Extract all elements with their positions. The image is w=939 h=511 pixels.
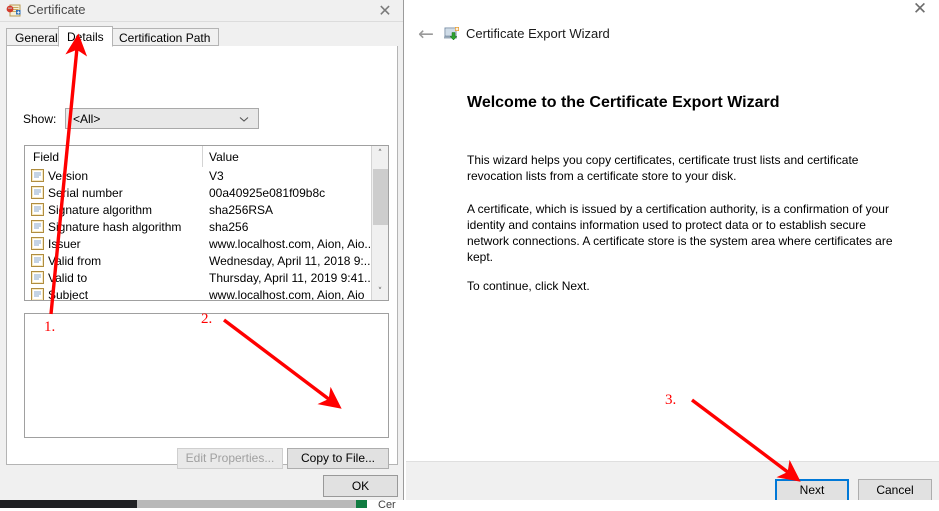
edit-properties-button: Edit Properties... xyxy=(177,448,283,469)
certificate-icon xyxy=(6,4,21,18)
table-row[interactable]: Serial number 00a40925e081f09b8c xyxy=(25,185,388,202)
field-list-rows: Version V3 Serial number 00a40925e081f09… xyxy=(25,168,388,301)
field-value: sha256RSA xyxy=(209,203,274,217)
close-icon[interactable]: ✕ xyxy=(909,0,931,19)
column-header-value: Value xyxy=(209,150,239,164)
taskbar-label: Cer xyxy=(378,499,396,511)
show-dropdown[interactable]: <All> xyxy=(65,108,259,129)
field-name: Valid to xyxy=(48,271,88,285)
chevron-down-icon xyxy=(238,113,250,125)
table-row[interactable]: Signature algorithm sha256RSA xyxy=(25,202,388,219)
field-name: Signature algorithm xyxy=(48,203,153,217)
field-list-scrollbar[interactable]: ˄ ˅ xyxy=(371,146,388,300)
wizard-heading: Welcome to the Certificate Export Wizard xyxy=(467,94,780,111)
tab-details[interactable]: Details xyxy=(58,26,113,47)
field-value: V3 xyxy=(209,169,224,183)
certificate-tab-strip: General Details Certification Path xyxy=(6,26,398,47)
field-icon xyxy=(31,271,44,284)
field-icon xyxy=(31,220,44,233)
scroll-up-icon[interactable]: ˄ xyxy=(372,146,388,162)
table-row[interactable]: Version V3 xyxy=(25,168,388,185)
scrollbar-thumb[interactable] xyxy=(373,169,388,225)
wizard-body: Welcome to the Certificate Export Wizard… xyxy=(406,52,939,461)
ok-button[interactable]: OK xyxy=(323,475,398,497)
column-divider xyxy=(202,146,203,167)
certificate-details-panel: Show: <All> Field Value Version V3 Seria… xyxy=(6,46,398,469)
taskbar-green-icon[interactable] xyxy=(356,500,367,508)
field-list-header: Field Value xyxy=(25,146,388,168)
certificate-window-title: Certificate xyxy=(27,2,86,17)
show-dropdown-value: <All> xyxy=(73,112,101,126)
wizard-title: Certificate Export Wizard xyxy=(466,26,610,41)
field-icon xyxy=(31,169,44,182)
wizard-paragraph-2: A certificate, which is issued by a cert… xyxy=(467,202,893,264)
table-row[interactable]: Subject www.localhost.com, Aion, Aio xyxy=(25,287,388,301)
field-value: Thursday, April 11, 2019 9:41... xyxy=(209,271,374,285)
tab-certification-path[interactable]: Certification Path xyxy=(110,28,220,46)
field-icon xyxy=(31,237,44,250)
copy-to-file-button[interactable]: Copy to File... xyxy=(287,448,389,469)
field-value: 00a40925e081f09b8c xyxy=(209,186,326,200)
field-value: Wednesday, April 11, 2018 9:... xyxy=(209,254,374,268)
field-icon xyxy=(31,254,44,267)
scroll-down-icon[interactable]: ˅ xyxy=(372,284,388,300)
column-header-field: Field xyxy=(33,150,60,164)
next-button[interactable]: Next xyxy=(775,479,849,502)
taskbar-sliver: Cer xyxy=(0,499,939,511)
certificate-dialog: Certificate ✕ General Details Certificat… xyxy=(0,0,404,504)
taskbar-dark-region xyxy=(0,500,137,508)
field-name: Signature hash algorithm xyxy=(48,220,182,234)
table-row[interactable]: Issuer www.localhost.com, Aion, Aio... xyxy=(25,236,388,253)
wizard-paragraph-1: This wizard helps you copy certificates,… xyxy=(467,153,859,183)
field-name: Subject xyxy=(48,288,89,301)
table-row[interactable]: Valid from Wednesday, April 11, 2018 9:.… xyxy=(25,253,388,270)
field-icon xyxy=(31,203,44,216)
field-name: Serial number xyxy=(48,186,123,200)
field-value: www.localhost.com, Aion, Aio... xyxy=(209,237,375,251)
wizard-paragraph-3: To continue, click Next. xyxy=(467,279,590,293)
show-label: Show: xyxy=(23,112,57,126)
certificate-export-icon xyxy=(444,26,460,42)
field-name: Version xyxy=(48,169,89,183)
field-name: Issuer xyxy=(48,237,81,251)
taskbar-grey-region xyxy=(137,500,356,508)
wizard-title-bar: ✕ xyxy=(406,0,939,19)
table-row[interactable]: Valid to Thursday, April 11, 2019 9:41..… xyxy=(25,270,388,287)
field-detail-value-box xyxy=(24,313,389,438)
field-value: sha256 xyxy=(209,220,249,234)
field-name: Valid from xyxy=(48,254,102,268)
certificate-title-bar: Certificate ✕ xyxy=(0,0,403,22)
back-arrow-icon[interactable]: ← xyxy=(413,22,439,46)
close-icon[interactable]: ✕ xyxy=(375,2,395,20)
field-icon xyxy=(31,288,44,300)
certificate-field-list[interactable]: Field Value Version V3 Serial number 00a… xyxy=(24,145,389,301)
table-row[interactable]: Signature hash algorithm sha256 xyxy=(25,219,388,236)
field-icon xyxy=(31,186,44,199)
field-value: www.localhost.com, Aion, Aio xyxy=(209,288,365,301)
certificate-export-wizard: ✕ ← Certificate Export Wizard Welcome to… xyxy=(406,0,939,508)
cancel-button[interactable]: Cancel xyxy=(858,479,932,502)
